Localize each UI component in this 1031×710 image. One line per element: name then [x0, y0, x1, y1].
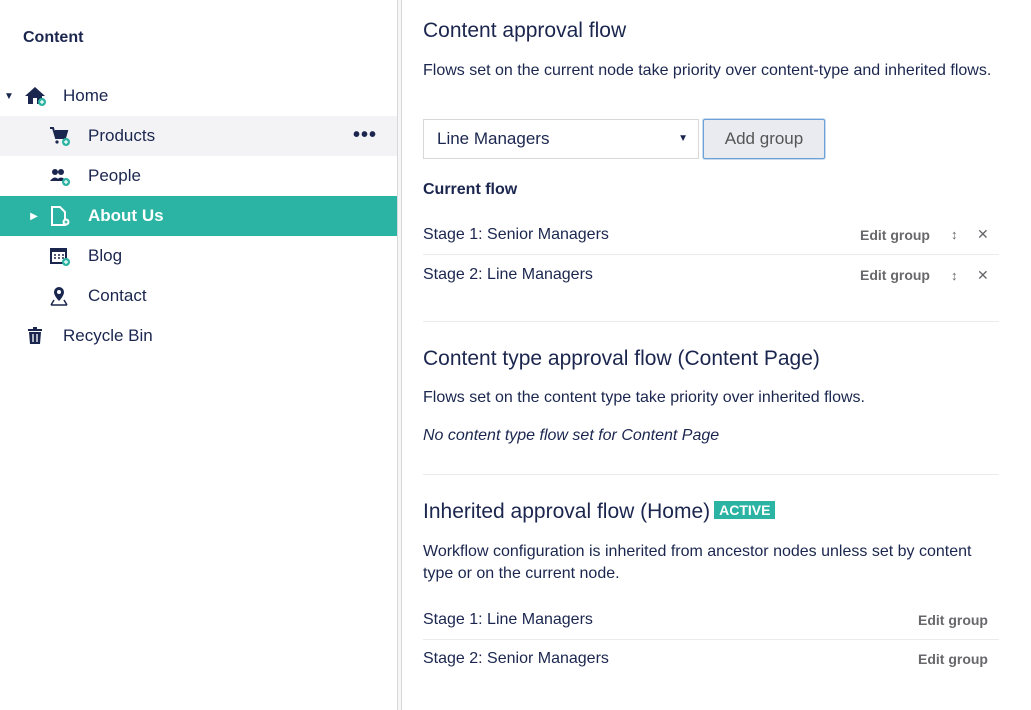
- section-divider: [423, 321, 999, 322]
- stage-label: Stage 1: Line Managers: [423, 610, 593, 628]
- flow-stage-row: Stage 1: Line Managers Edit group: [423, 600, 999, 640]
- current-flow-label: Current flow: [423, 181, 518, 198]
- group-select-value: Line Managers: [437, 129, 550, 148]
- group-select[interactable]: Line Managers ▼: [423, 119, 699, 159]
- tree-item-home[interactable]: ▼ Home: [0, 76, 397, 116]
- move-handle-icon[interactable]: ↕: [951, 268, 958, 283]
- cart-icon: [49, 125, 71, 147]
- home-icon: [24, 85, 46, 107]
- flow-stage-row: Stage 1: Senior Managers Edit group ↕ ✕: [423, 215, 999, 255]
- remove-icon[interactable]: ✕: [977, 226, 989, 243]
- content-tree-sidebar: Content ▼ Home Products ••• People ▶ Abo…: [0, 0, 397, 710]
- workflow-panel: Content approval flow Flows set on the c…: [402, 0, 1031, 710]
- tree-item-recycle-bin[interactable]: Recycle Bin: [0, 316, 397, 356]
- tree-item-products[interactable]: Products •••: [0, 116, 397, 156]
- edit-group-link[interactable]: Edit group: [860, 227, 930, 243]
- caret-down-icon[interactable]: ▼: [4, 91, 14, 102]
- chevron-down-icon: ▼: [678, 133, 688, 144]
- tree-item-label: Contact: [88, 286, 147, 305]
- sidebar-title: Content: [23, 29, 84, 46]
- content-approval-flow-description: Flows set on the current node take prior…: [423, 62, 992, 79]
- calendar-icon: [49, 245, 71, 267]
- tree-item-people[interactable]: People: [0, 156, 397, 196]
- stage-label: Stage 2: Line Managers: [423, 266, 593, 283]
- users-icon: [49, 165, 71, 187]
- inherited-flow-description: Workflow configuration is inherited from…: [423, 543, 972, 582]
- section-divider: [423, 474, 999, 475]
- edit-group-link[interactable]: Edit group: [918, 612, 988, 628]
- flow-stage-row: Stage 2: Senior Managers Edit group: [423, 639, 999, 679]
- inherited-flow-heading: Inherited approval flow (Home) ACTIVE: [423, 500, 776, 524]
- document-icon: [49, 205, 71, 227]
- stage-label: Stage 2: Senior Managers: [423, 650, 609, 667]
- caret-right-icon[interactable]: ▶: [29, 211, 39, 222]
- trash-icon: [24, 325, 46, 347]
- content-type-flow-description: Flows set on the content type take prior…: [423, 389, 865, 406]
- edit-group-link[interactable]: Edit group: [918, 651, 988, 667]
- move-handle-icon[interactable]: ↕: [951, 227, 958, 242]
- content-approval-flow-title: Content approval flow: [423, 19, 627, 42]
- tree-item-about-us[interactable]: ▶ About Us: [0, 196, 397, 236]
- map-pin-icon: [49, 285, 71, 307]
- flow-stage-row: Stage 2: Line Managers Edit group ↕ ✕: [423, 255, 999, 295]
- tree-item-label: Products: [88, 126, 156, 145]
- tree-item-label: People: [88, 166, 141, 185]
- tree-item-label: About Us: [88, 206, 164, 225]
- content-type-flow-empty-note: No content type flow set for Content Pag…: [423, 427, 720, 444]
- tree-item-blog[interactable]: Blog: [0, 236, 397, 276]
- remove-icon[interactable]: ✕: [977, 267, 989, 284]
- edit-group-link[interactable]: Edit group: [860, 267, 930, 283]
- tree-item-label: Recycle Bin: [63, 326, 153, 345]
- content-type-flow-title: Content type approval flow (Content Page…: [423, 347, 820, 370]
- stage-label: Stage 1: Senior Managers: [423, 225, 609, 243]
- tree-item-label: Home: [63, 86, 109, 105]
- tree-item-contact[interactable]: Contact: [0, 276, 397, 316]
- inherited-flow-title: Inherited approval flow (Home): [423, 500, 711, 523]
- more-actions-icon[interactable]: •••: [353, 125, 377, 145]
- add-group-button[interactable]: Add group: [703, 119, 825, 159]
- active-badge: ACTIVE: [714, 501, 776, 519]
- tree-item-label: Blog: [88, 246, 123, 265]
